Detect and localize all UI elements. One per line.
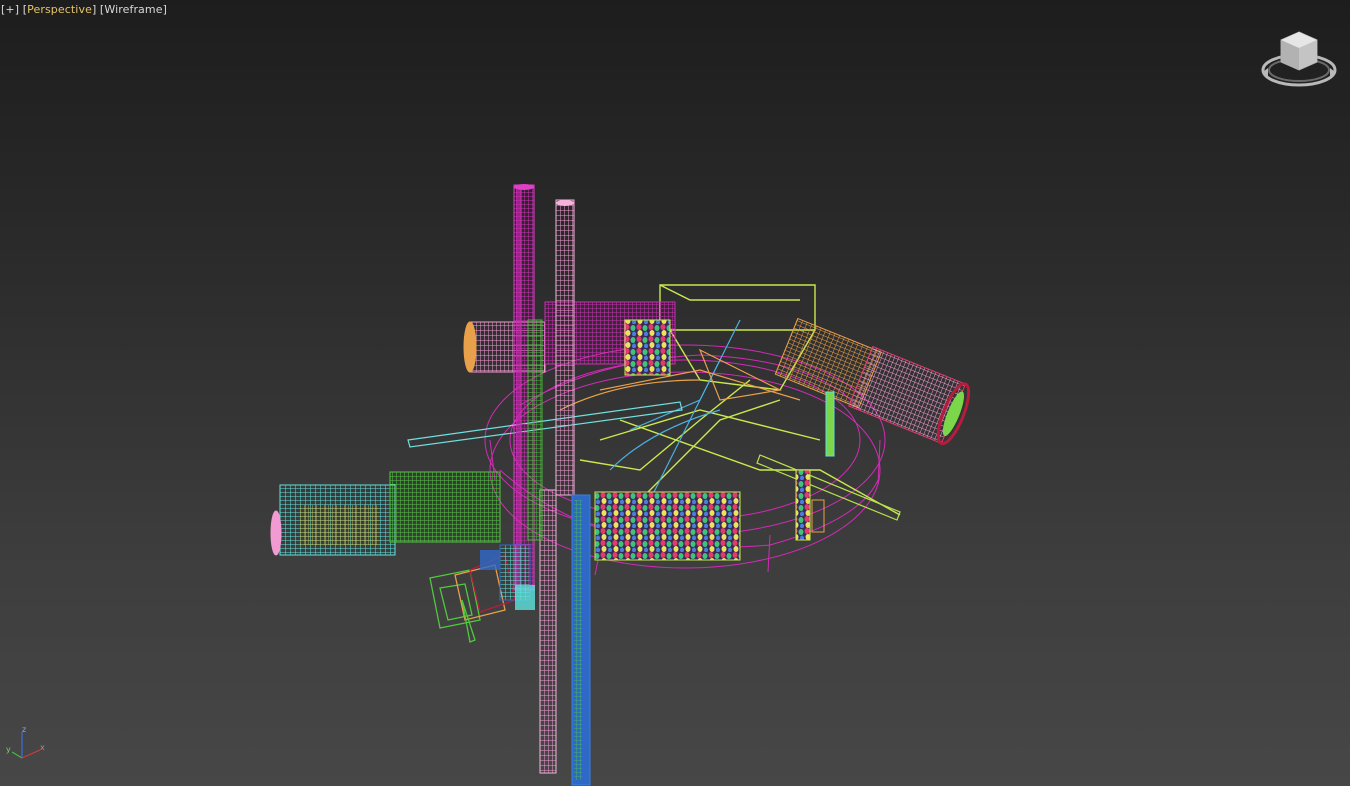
axis-x-label: x [40, 743, 45, 752]
wireframe-model[interactable] [0, 0, 1350, 786]
axis-tripod-icon: z y x [6, 725, 45, 759]
axis-y-label: y [6, 745, 11, 754]
axis-z-label: z [22, 725, 26, 734]
viewcube-icon[interactable] [1260, 28, 1338, 94]
perspective-viewport[interactable]: [+] [Perspective] [Wireframe] z y x [0, 0, 1350, 786]
